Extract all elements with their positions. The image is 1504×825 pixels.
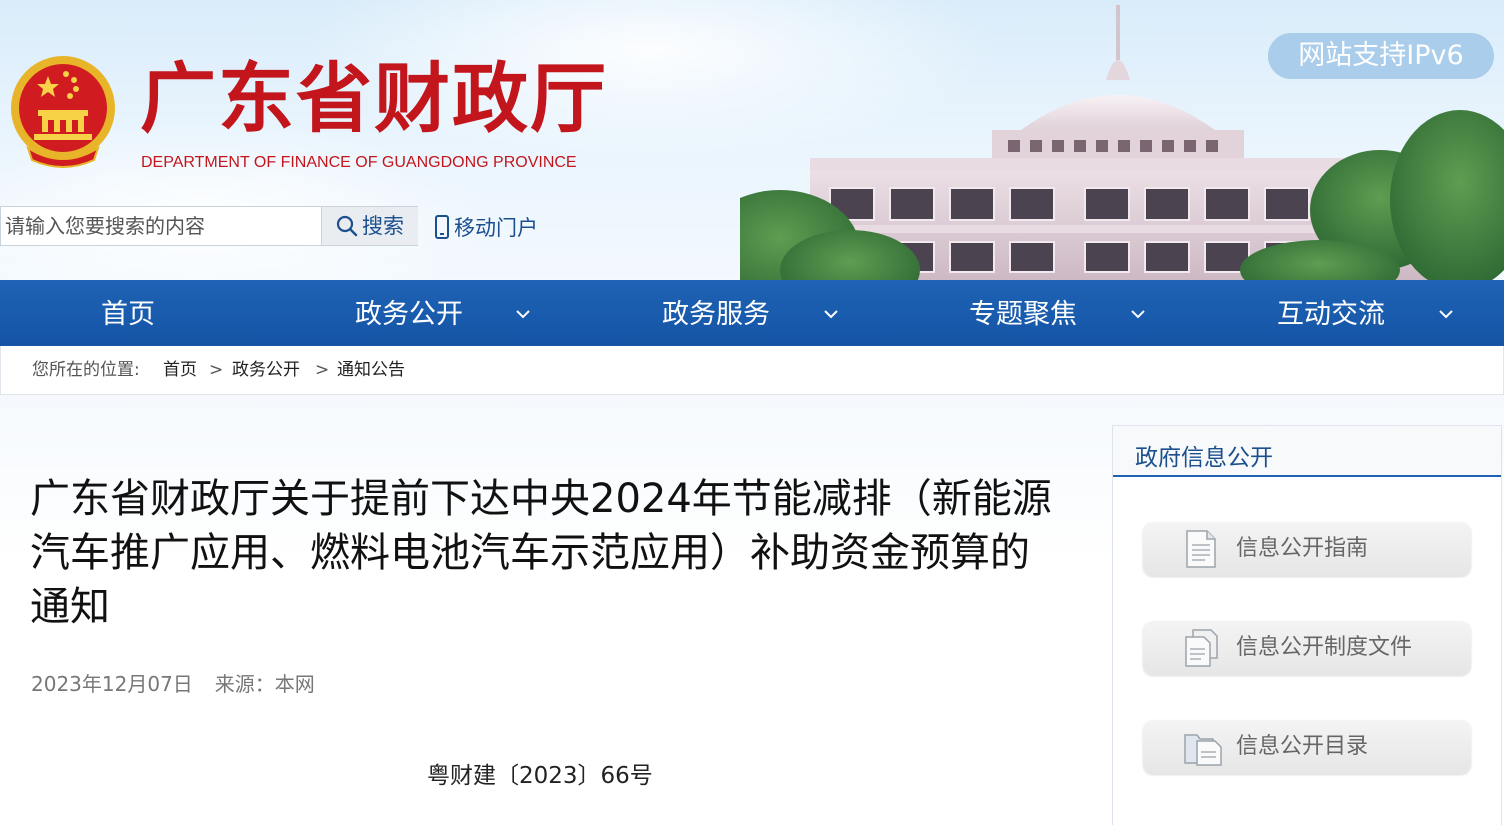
- nav-item-label: 首页: [101, 299, 155, 330]
- national-emblem-icon: [11, 56, 115, 168]
- chevron-down-icon[interactable]: [1131, 309, 1145, 319]
- site-title: 广东省财政厅: [140, 54, 608, 143]
- sidebar: 政府信息公开 信息公开指南 信息公开制度文件 信息公开目录: [1112, 425, 1502, 825]
- mobile-portal-link[interactable]: 移动门户: [434, 214, 538, 242]
- search-button-label: 搜索: [362, 214, 404, 238]
- nav-item-interaction[interactable]: 互动交流: [1277, 280, 1385, 346]
- site-header: 广东省财政厅 DEPARTMENT OF FINANCE OF GUANGDON…: [0, 0, 1504, 280]
- search-input[interactable]: [1, 207, 319, 245]
- sidebar-button-label: 信息公开制度文件: [1236, 635, 1413, 660]
- breadcrumb-item-government-affairs[interactable]: 政务公开: [232, 346, 300, 394]
- breadcrumb-prefix: 您所在的位置:: [32, 360, 140, 380]
- search-icon: [336, 215, 358, 237]
- info-disclosure-guide-button[interactable]: 信息公开指南: [1143, 522, 1471, 576]
- main-nav: 首页 政务公开 政务服务 专题聚焦 互动交流: [0, 280, 1504, 346]
- documents-stack-icon: [1185, 629, 1218, 667]
- ipv6-badge: 网站支持IPv6: [1268, 33, 1494, 79]
- breadcrumb-separator: >: [209, 360, 224, 380]
- article-meta: 2023年12月07日 来源：本网: [31, 668, 315, 697]
- search-box: 搜索: [0, 206, 418, 246]
- article-date: 2023年12月07日: [31, 672, 193, 696]
- info-disclosure-catalog-button[interactable]: 信息公开目录: [1143, 720, 1471, 774]
- nav-item-label: 政务服务: [662, 299, 770, 330]
- chevron-down-icon[interactable]: [516, 309, 530, 319]
- sidebar-button-label: 信息公开目录: [1236, 734, 1369, 759]
- sidebar-button-label: 信息公开指南: [1236, 536, 1369, 561]
- breadcrumb: 您所在的位置: 首页 > 政务公开 > 通知公告: [0, 346, 1504, 395]
- info-disclosure-regulations-button[interactable]: 信息公开制度文件: [1143, 621, 1471, 675]
- nav-item-label: 政务公开: [355, 299, 463, 330]
- breadcrumb-separator: >: [315, 360, 330, 380]
- breadcrumb-item-home[interactable]: 首页: [163, 346, 197, 394]
- article-source: 来源：本网: [214, 672, 315, 696]
- nav-item-special-topics[interactable]: 专题聚焦: [969, 280, 1077, 346]
- breadcrumb-item-notices[interactable]: 通知公告: [337, 346, 405, 394]
- document-icon: [1186, 530, 1216, 568]
- mobile-portal-label: 移动门户: [454, 216, 538, 240]
- nav-item-label: 专题聚焦: [969, 299, 1077, 330]
- folder-catalog-icon: [1184, 734, 1222, 766]
- sidebar-title: 政府信息公开: [1135, 445, 1273, 471]
- site-subtitle: DEPARTMENT OF FINANCE OF GUANGDONG PROVI…: [141, 154, 577, 171]
- chevron-down-icon[interactable]: [824, 309, 838, 319]
- article-title: 广东省财政厅关于提前下达中央2024年节能减排（新能源汽车推广应用、燃料电池汽车…: [30, 476, 1052, 630]
- mobile-phone-icon: [435, 215, 449, 239]
- chevron-down-icon[interactable]: [1439, 309, 1453, 319]
- search-button[interactable]: 搜索: [321, 207, 418, 245]
- sidebar-header: 政府信息公开: [1113, 425, 1501, 477]
- nav-item-government-services[interactable]: 政务服务: [662, 280, 770, 346]
- document-number: 粤财建〔2023〕66号: [427, 763, 653, 789]
- nav-item-label: 互动交流: [1277, 299, 1385, 330]
- nav-item-government-affairs[interactable]: 政务公开: [355, 280, 463, 346]
- nav-item-home[interactable]: 首页: [101, 280, 155, 346]
